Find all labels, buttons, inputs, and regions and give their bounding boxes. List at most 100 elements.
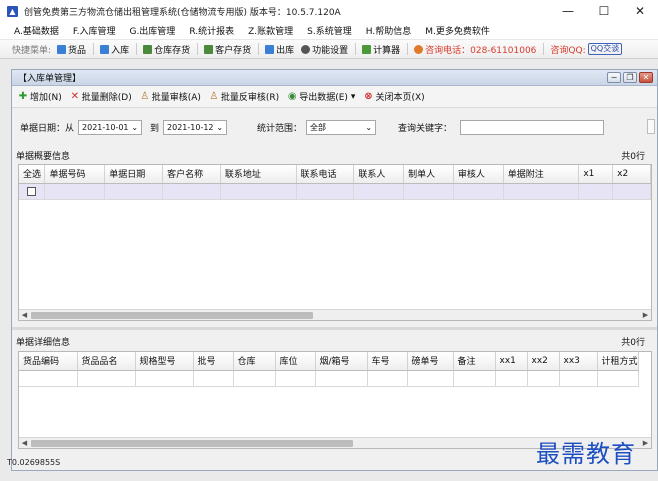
quick-calculator-button[interactable]: 计算器 xyxy=(362,43,400,56)
child-close-button[interactable]: ✕ xyxy=(639,72,653,83)
minimize-button[interactable]: — xyxy=(550,0,586,22)
menu-system[interactable]: S.系统管理 xyxy=(307,24,352,37)
table-row[interactable] xyxy=(19,370,639,387)
bar-chart-icon xyxy=(204,44,214,54)
date-to-label: 到 xyxy=(150,123,160,134)
row-checkbox-cell[interactable] xyxy=(19,183,46,200)
separator xyxy=(407,43,409,55)
menu-basic-data[interactable]: A.基础数据 xyxy=(14,24,59,37)
col-creator[interactable]: 制单人 xyxy=(403,165,454,184)
separator xyxy=(543,43,545,55)
close-page-button[interactable]: ⊗ 关闭本页(X) xyxy=(363,90,424,103)
quick-warehouse-stock-button[interactable]: 仓库存货 xyxy=(143,43,190,56)
add-button[interactable]: ✚ 增加(N) xyxy=(18,90,62,103)
batch-audit-button[interactable]: ♙ 批量审核(A) xyxy=(140,90,201,103)
scroll-left-icon[interactable]: ◀ xyxy=(20,439,29,448)
quick-goods-button[interactable]: 货品 xyxy=(57,43,86,56)
chevron-down-icon: ▾ xyxy=(350,91,356,102)
close-button[interactable]: ✕ xyxy=(622,0,658,22)
menu-outbound[interactable]: G.出库管理 xyxy=(129,24,175,37)
window-controls: — ☐ ✕ xyxy=(550,0,658,22)
menu-accounts[interactable]: Z.账款管理 xyxy=(248,24,293,37)
menu-more-software[interactable]: M.更多免费软件 xyxy=(425,24,490,37)
goods-icon xyxy=(57,44,67,54)
separator xyxy=(258,43,260,55)
menu-help[interactable]: H.帮助信息 xyxy=(366,24,411,37)
export-data-button[interactable]: ◉ 导出数据(E) ▾ xyxy=(287,90,356,103)
child-restore-button[interactable]: ❐ xyxy=(623,72,637,83)
col-x1[interactable]: x1 xyxy=(578,165,614,184)
date-from-label: 单据日期：从 xyxy=(20,123,75,134)
col-select-all[interactable]: 全选 xyxy=(19,165,46,184)
quick-inbound-button[interactable]: 入库 xyxy=(100,43,129,56)
col-contact-address[interactable]: 联系地址 xyxy=(220,165,297,184)
summary-header-row: 全选 单据号码 单据日期 客户名称 联系地址 联系电话 联系人 制单人 审核人 … xyxy=(19,165,651,184)
date-from-picker[interactable]: 2021-10-01 ⌄ xyxy=(78,119,143,135)
menu-inbound[interactable]: F.入库管理 xyxy=(73,24,116,37)
col-xx1[interactable]: xx1 xyxy=(495,352,528,371)
qq-chat-button[interactable]: QQ交谈 xyxy=(587,43,623,55)
scroll-right-icon[interactable]: ▶ xyxy=(641,439,650,448)
col-box-number[interactable]: 烟/箱号 xyxy=(315,352,368,371)
col-customer-name[interactable]: 客户名称 xyxy=(162,165,221,184)
menu-bar: A.基础数据 F.入库管理 G.出库管理 R.统计报表 Z.账款管理 S.系统管… xyxy=(0,22,658,40)
scroll-thumb[interactable] xyxy=(31,440,353,447)
child-minimize-button[interactable]: − xyxy=(607,72,621,83)
quick-outbound-button[interactable]: 出库 xyxy=(265,43,294,56)
batch-unaudit-button[interactable]: ♙ 批量反审核(R) xyxy=(209,90,279,103)
quick-customer-stock-button[interactable]: 客户存货 xyxy=(204,43,251,56)
date-to-picker[interactable]: 2021-10-12 ⌄ xyxy=(163,119,228,135)
scroll-right-icon[interactable]: ▶ xyxy=(641,311,650,320)
separator xyxy=(93,43,95,55)
quick-settings-button[interactable]: 功能设置 xyxy=(301,43,348,56)
col-location[interactable]: 库位 xyxy=(275,352,316,371)
separator xyxy=(355,43,357,55)
outbound-arrow-icon xyxy=(265,44,275,54)
detail-header-row: 货品编码 货品品名 规格型号 批号 仓库 库位 烟/箱号 车号 磅单号 备注 x… xyxy=(19,352,639,371)
maximize-button[interactable]: ☐ xyxy=(586,0,622,22)
col-contact-person[interactable]: 联系人 xyxy=(353,165,405,184)
col-goods-name[interactable]: 货品品名 xyxy=(77,352,136,371)
calculator-icon xyxy=(362,44,372,54)
col-spec-model[interactable]: 规格型号 xyxy=(135,352,194,371)
keyword-input[interactable] xyxy=(460,119,605,135)
row-checkbox[interactable] xyxy=(27,186,37,196)
summary-section-header: 单据概要信息 共0行 xyxy=(12,148,657,162)
detail-row-count: 共0行 xyxy=(621,337,645,348)
col-batch-number[interactable]: 批号 xyxy=(193,352,234,371)
summary-row-count: 共0行 xyxy=(621,151,645,162)
panel-splitter[interactable] xyxy=(12,327,657,330)
unaudit-user-icon: ♙ xyxy=(209,91,219,102)
child-window-title: 【入库单管理】 − ❐ ✕ xyxy=(12,70,657,86)
scope-select[interactable]: 全部 ⌄ xyxy=(306,119,377,135)
col-remarks[interactable]: 备注 xyxy=(453,352,496,371)
col-warehouse[interactable]: 仓库 xyxy=(233,352,276,371)
col-doc-number[interactable]: 单据号码 xyxy=(44,165,106,184)
col-doc-notes[interactable]: 单据附注 xyxy=(503,165,580,184)
filter-bar: 单据日期：从 2021-10-01 ⌄ 到 2021-10-12 ⌄ 统计范围： 全… xyxy=(12,109,657,145)
table-row[interactable] xyxy=(19,183,651,200)
scope-label: 统计范围： xyxy=(257,123,303,134)
title-bar: ▲ 创管免费第三方物流仓储出租管理系统(仓储物流专用版) 版本号：10.5.7.… xyxy=(0,0,658,22)
summary-title: 单据概要信息 xyxy=(16,151,71,162)
col-goods-code[interactable]: 货品编码 xyxy=(19,352,78,371)
col-weigh-ticket[interactable]: 磅单号 xyxy=(407,352,454,371)
col-xx3[interactable]: xx3 xyxy=(559,352,598,371)
extra-filter-button[interactable] xyxy=(647,119,655,134)
col-xx2[interactable]: xx2 xyxy=(527,352,560,371)
child-window-controls: − ❐ ✕ xyxy=(607,72,653,83)
col-rent-method[interactable]: 计租方式 xyxy=(597,352,639,371)
col-doc-date[interactable]: 单据日期 xyxy=(104,165,164,184)
delete-x-icon: ✕ xyxy=(70,91,79,102)
col-reviewer[interactable]: 审核人 xyxy=(453,165,504,184)
col-vehicle-number[interactable]: 车号 xyxy=(367,352,408,371)
export-icon: ◉ xyxy=(287,91,297,102)
window-title: 创管免费第三方物流仓储出租管理系统(仓储物流专用版) 版本号：10.5.7.12… xyxy=(24,7,341,18)
col-contact-phone[interactable]: 联系电话 xyxy=(296,165,355,184)
batch-delete-button[interactable]: ✕ 批量删除(D) xyxy=(70,90,132,103)
scroll-left-icon[interactable]: ◀ xyxy=(20,311,29,320)
col-x2[interactable]: x2 xyxy=(612,165,651,184)
menu-reports[interactable]: R.统计报表 xyxy=(189,24,234,37)
summary-horizontal-scrollbar[interactable]: ◀ ▶ xyxy=(19,309,651,320)
scroll-thumb[interactable] xyxy=(31,312,313,319)
